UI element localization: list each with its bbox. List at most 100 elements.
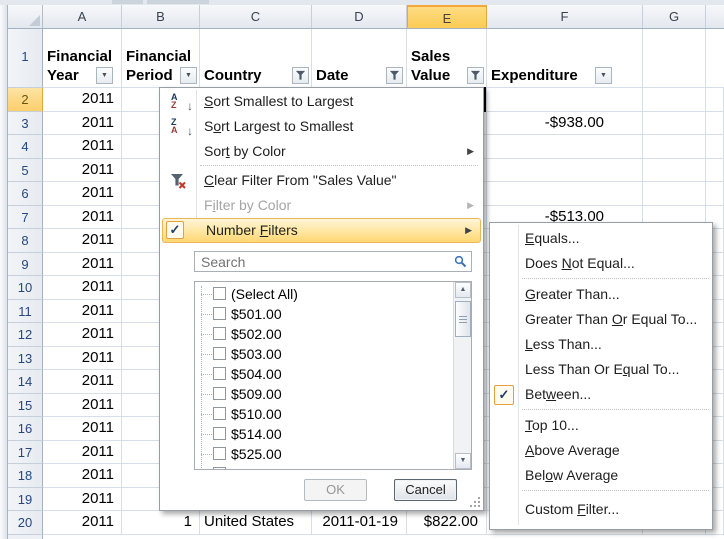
header-cell-date[interactable]: Date	[312, 29, 407, 88]
header-cell-financial-year[interactable]: Financial Year ▼	[43, 29, 122, 88]
cell-A11[interactable]: 2011	[43, 300, 122, 324]
list-item--504-00[interactable]: $504.00	[197, 364, 451, 384]
cell-A8[interactable]: 2011	[43, 229, 122, 253]
header-cell-G1[interactable]	[643, 29, 706, 88]
checkbox[interactable]	[213, 407, 226, 420]
column-header-G[interactable]: G	[643, 5, 706, 28]
header-cell-H1-partial[interactable]	[706, 29, 724, 88]
submenu-item-above-average[interactable]: Above Average	[491, 438, 711, 463]
cell-C20[interactable]: United States	[200, 511, 312, 535]
cell-F6[interactable]	[487, 182, 643, 206]
checkbox[interactable]	[213, 307, 226, 320]
filter-funnel-button-sales-value[interactable]	[467, 67, 484, 84]
checkbox[interactable]	[213, 327, 226, 340]
row-header-8[interactable]: 8	[8, 229, 43, 253]
cell-E20[interactable]: $822.00	[407, 511, 487, 535]
cell-G2[interactable]	[643, 88, 706, 112]
row-header-1[interactable]: 1	[8, 29, 43, 88]
submenu-item-custom-filter[interactable]: Custom Filter...	[491, 497, 711, 522]
cell-H2[interactable]	[706, 88, 724, 112]
cell-A6[interactable]: 2011	[43, 182, 122, 206]
cell-F3[interactable]: -$938.00	[487, 112, 643, 136]
cell-G6[interactable]	[643, 182, 706, 206]
cell-D20[interactable]: 2011-01-19	[312, 511, 407, 535]
cell-A14[interactable]: 2011	[43, 370, 122, 394]
filter-funnel-button-date[interactable]	[386, 67, 403, 84]
checkbox[interactable]	[213, 447, 226, 460]
row-header-5[interactable]: 5	[8, 159, 43, 183]
cell-H3[interactable]	[706, 112, 724, 136]
row-header-19[interactable]: 19	[8, 488, 43, 512]
column-header-A[interactable]: A	[43, 5, 122, 28]
cell-A17[interactable]: 2011	[43, 441, 122, 465]
checkbox[interactable]	[213, 367, 226, 380]
search-icon[interactable]	[454, 255, 467, 273]
column-header-E-selected[interactable]: E	[407, 5, 487, 28]
row-header-18[interactable]: 18	[8, 464, 43, 488]
row-header-7[interactable]: 7	[8, 206, 43, 230]
cell-A5[interactable]: 2011	[43, 159, 122, 183]
column-header-C[interactable]: C	[200, 5, 312, 28]
ok-button[interactable]: OK	[304, 479, 367, 501]
submenu-item-less-than-or-equal-to[interactable]: Less Than Or Equal To...	[491, 357, 711, 382]
header-cell-expenditure[interactable]: Expenditure ▼	[487, 29, 643, 88]
cell-A10[interactable]: 2011	[43, 276, 122, 300]
row-header-16[interactable]: 16	[8, 417, 43, 441]
search-input[interactable]: Search	[194, 251, 472, 272]
cell-A3[interactable]: 2011	[43, 112, 122, 136]
submenu-item-top-10[interactable]: Top 10...	[491, 413, 711, 438]
list-item-partial[interactable]	[197, 464, 451, 470]
submenu-item-greater-than[interactable]: Greater Than...	[491, 282, 711, 307]
menu-item-sort-by-color[interactable]: Sort by Color ▶	[161, 139, 482, 164]
row-header-3[interactable]: 3	[8, 112, 43, 136]
row-header-11[interactable]: 11	[8, 300, 43, 324]
filter-funnel-button-country[interactable]	[292, 67, 309, 84]
cell-A4[interactable]: 2011	[43, 135, 122, 159]
submenu-item-between[interactable]: Between...	[491, 382, 711, 407]
list-item--502-00[interactable]: $502.00	[197, 324, 451, 344]
cell-A2[interactable]: 2011	[43, 88, 122, 112]
filter-dropdown-button-financial-period[interactable]: ▼	[180, 67, 197, 84]
row-header-6[interactable]: 6	[8, 182, 43, 206]
resize-grip[interactable]	[468, 495, 480, 507]
row-header-13[interactable]: 13	[8, 347, 43, 371]
list-item--514-00[interactable]: $514.00	[197, 424, 451, 444]
cell-H4[interactable]	[706, 135, 724, 159]
list-item--select-all-[interactable]: (Select All)	[197, 284, 451, 304]
checkbox[interactable]	[213, 467, 226, 470]
header-cell-country[interactable]: Country	[200, 29, 312, 88]
checkbox[interactable]	[213, 427, 226, 440]
row-header-20[interactable]: 20	[8, 511, 43, 535]
cell-F4[interactable]	[487, 135, 643, 159]
cell-B20[interactable]: 1	[122, 511, 200, 535]
row-header-10[interactable]: 10	[8, 276, 43, 300]
checkbox[interactable]	[213, 287, 226, 300]
checkbox[interactable]	[213, 347, 226, 360]
menu-item-clear-filter[interactable]: Clear Filter From "Sales Value"	[161, 168, 482, 193]
cell-A16[interactable]: 2011	[43, 417, 122, 441]
submenu-item-below-average[interactable]: Below Average	[491, 463, 711, 488]
submenu-item-equals[interactable]: Equals...	[491, 226, 711, 251]
filter-values-list[interactable]: (Select All)$501.00$502.00$503.00$504.00…	[194, 281, 472, 470]
menu-item-number-filters[interactable]: ✓ Number Filters ▶	[162, 218, 481, 243]
cell-A12[interactable]: 2011	[43, 323, 122, 347]
cell-H6[interactable]	[706, 182, 724, 206]
list-item--503-00[interactable]: $503.00	[197, 344, 451, 364]
filter-dropdown-button-expenditure[interactable]: ▼	[595, 67, 612, 84]
cell-F5[interactable]	[487, 159, 643, 183]
list-item--509-00[interactable]: $509.00	[197, 384, 451, 404]
cell-A19[interactable]: 2011	[43, 488, 122, 512]
cell-F2[interactable]	[487, 88, 643, 112]
cell-A7[interactable]: 2011	[43, 206, 122, 230]
list-item--501-00[interactable]: $501.00	[197, 304, 451, 324]
cancel-button[interactable]: Cancel	[394, 479, 457, 501]
row-header-15[interactable]: 15	[8, 394, 43, 418]
scroll-up-button[interactable]: ▲	[455, 282, 471, 298]
row-header-4[interactable]: 4	[8, 135, 43, 159]
cell-A13[interactable]: 2011	[43, 347, 122, 371]
list-item--525-00[interactable]: $525.00	[197, 444, 451, 464]
cell-G4[interactable]	[643, 135, 706, 159]
submenu-item-greater-than-or-equal-to[interactable]: Greater Than Or Equal To...	[491, 307, 711, 332]
list-scrollbar[interactable]: ▲ ▼	[453, 282, 471, 469]
header-cell-financial-period[interactable]: Financial Period ▼	[122, 29, 200, 88]
